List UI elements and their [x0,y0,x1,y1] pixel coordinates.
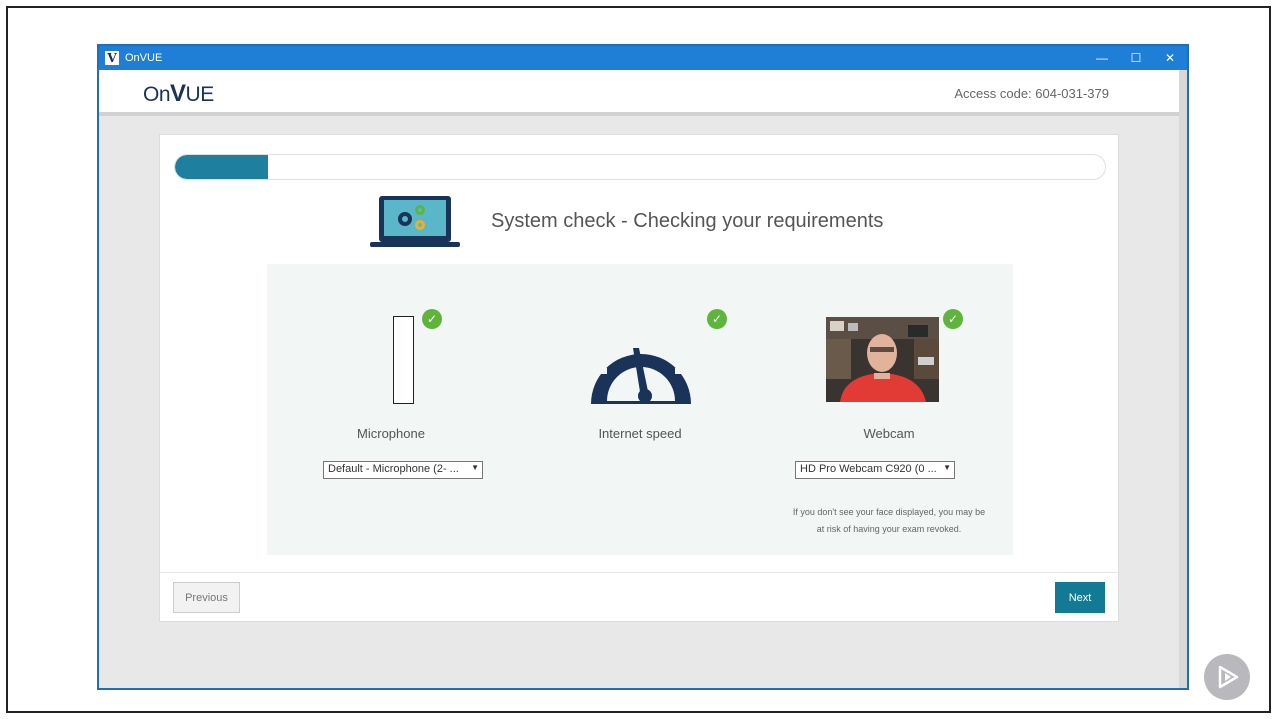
minimize-button[interactable]: — [1085,46,1119,70]
webcam-preview [826,317,939,402]
webcam-note-line1: If you don't see your face displayed, yo… [792,507,986,517]
dropdown-arrow-icon: ▼ [943,463,951,472]
webcam-select-value: HD Pro Webcam C920 (0 ... [800,463,937,475]
internet-speed-label: Internet speed [598,426,682,441]
webcam-label: Webcam [863,426,915,441]
scrollbar[interactable] [1179,70,1187,688]
close-button[interactable]: ✕ [1153,46,1187,70]
progress-fill [175,155,268,179]
onvue-app-icon: V [105,51,119,65]
system-check-card: System check - Checking your requirement… [159,134,1119,622]
checkmark-icon: ✓ [422,309,442,329]
logo-prefix: On [143,83,171,106]
heading-row: System check - Checking your requirement… [370,194,970,250]
app-header: OnVUE Access code: 604-031-379 [99,70,1187,116]
webcam-note-line2: at risk of having your exam revoked. [816,524,962,534]
play-icon [1218,665,1239,689]
app-window: V OnVUE — ☐ ✕ OnVUE Access code: 604-031… [97,44,1189,690]
footer-divider [160,572,1118,573]
previous-button[interactable]: Previous [173,582,240,613]
microphone-level-meter [393,316,414,404]
play-badge[interactable] [1204,654,1250,700]
next-button[interactable]: Next [1055,582,1105,613]
microphone-check: ✓ Microphone Default - Microphone (2- ..… [267,264,515,555]
access-code: Access code: 604-031-379 [954,86,1109,101]
checkmark-icon: ✓ [943,309,963,329]
webcam-select[interactable]: HD Pro Webcam C920 (0 ... ▼ [795,461,955,479]
logo-suffix: UE [185,83,215,106]
speedometer-icon [591,322,691,404]
laptop-gears-icon [370,196,460,247]
microphone-select[interactable]: Default - Microphone (2- ... ▼ [323,461,483,479]
page-title: System check - Checking your requirement… [491,210,884,232]
maximize-button[interactable]: ☐ [1119,46,1153,70]
microphone-select-value: Default - Microphone (2- ... [328,463,459,475]
checkmark-icon: ✓ [707,309,727,329]
webcam-warning-note: If you don't see your face displayed, yo… [765,504,1013,538]
dropdown-arrow-icon: ▼ [471,463,479,472]
window-controls: — ☐ ✕ [1085,46,1187,70]
internet-speed-check: ✓ Internet speed [516,264,764,555]
onvue-logo: OnVUE [143,80,214,108]
title-bar: V OnVUE — ☐ ✕ [99,46,1187,70]
webcam-check: ✓ Webcam HD Pro Webcam C920 (0 ... ▼ If … [765,264,1013,555]
microphone-label: Microphone [357,426,425,441]
progress-bar [174,154,1106,180]
logo-v: V [170,80,186,107]
checks-panel: ✓ Microphone Default - Microphone (2- ..… [267,264,1013,555]
window-title: OnVUE [125,52,163,64]
